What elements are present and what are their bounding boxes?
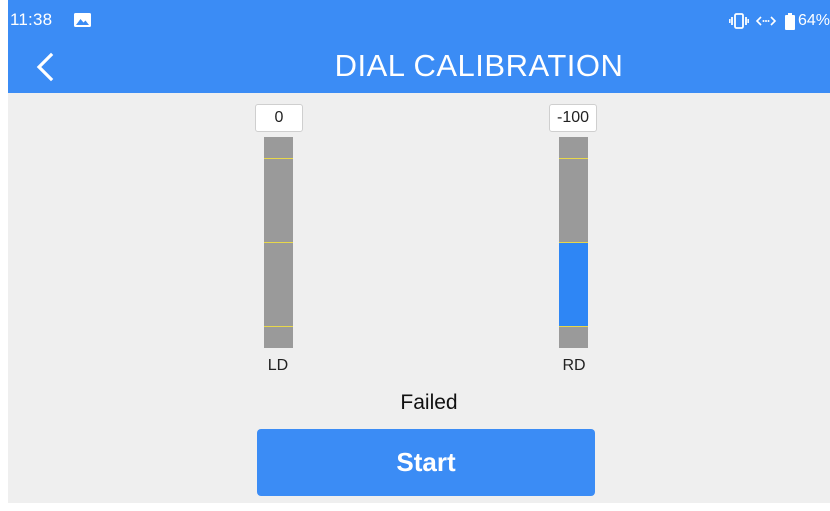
start-button[interactable]: Start xyxy=(257,429,595,496)
dial-mark-upper xyxy=(264,158,293,159)
calibration-status: Failed xyxy=(400,391,458,414)
dial-label-rd: RD xyxy=(562,357,586,374)
header-bar: 11:38 64% DIAL CALIBRATION xyxy=(8,0,830,93)
battery-icon xyxy=(784,12,798,30)
calibration-screen: 11:38 64% DIAL CALIBRATION 0 LD -100 RD … xyxy=(8,0,830,503)
dial-fill-rd xyxy=(559,242,588,326)
dial-mark-center xyxy=(559,242,588,243)
dial-value-ld: 0 xyxy=(255,104,303,132)
vibrate-icon xyxy=(729,13,755,29)
status-icons: 64% xyxy=(729,10,830,32)
dial-mark-lower xyxy=(264,326,293,327)
page-title: DIAL CALIBRATION xyxy=(334,48,624,83)
dial-mark-upper xyxy=(559,158,588,159)
status-time: 11:38 xyxy=(10,10,53,29)
image-icon xyxy=(74,13,91,27)
dial-value-rd: -100 xyxy=(549,104,597,132)
battery-level: 64% xyxy=(797,12,830,29)
dial-label-ld: LD xyxy=(267,357,289,374)
link-icon xyxy=(755,14,785,28)
dial-bar-rd xyxy=(559,137,588,348)
dial-mark-lower xyxy=(559,326,588,327)
dial-mark-center xyxy=(264,242,293,243)
dial-bar-ld xyxy=(264,137,293,348)
